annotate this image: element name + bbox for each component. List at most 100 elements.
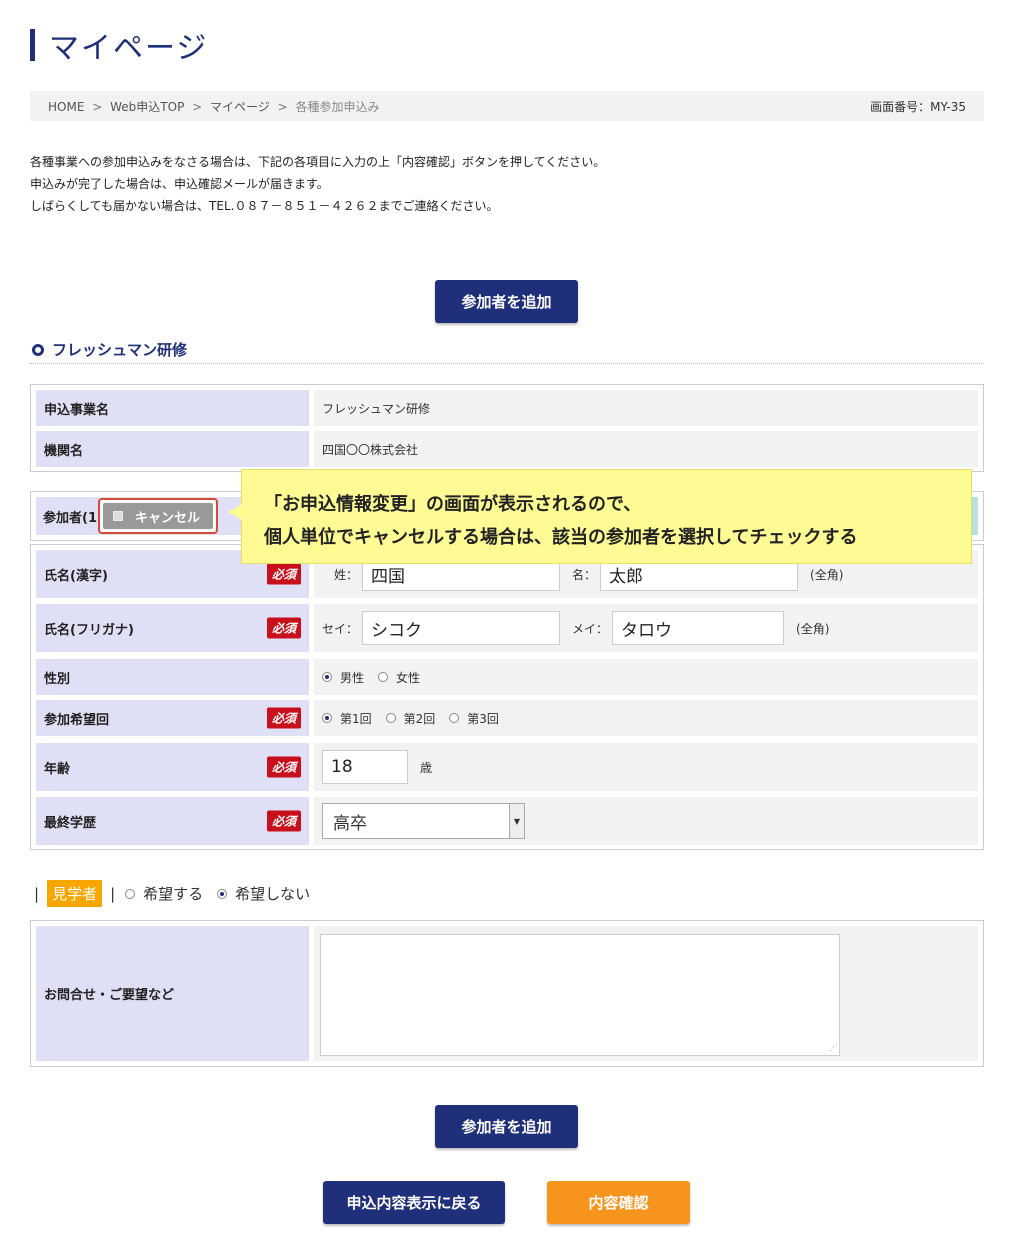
- gender-row: 性別 男性 女性: [36, 659, 978, 695]
- event-name-row: 申込事業名 フレッシュマン研修: [36, 390, 978, 426]
- name-kana-value: セイ： シコク メイ： タロウ (全角): [314, 604, 978, 652]
- required-badge: 必須: [266, 810, 301, 832]
- session-value: 第1回 第2回 第3回: [314, 700, 978, 736]
- gender-option-male[interactable]: 男性: [322, 669, 364, 686]
- breadcrumb: HOME > Web申込TOP > マイページ > 各種参加申込み 画面番号：M…: [30, 91, 984, 121]
- screen-number: 画面番号：MY-35: [870, 99, 966, 114]
- section-heading: フレッシュマン研修: [30, 336, 984, 364]
- visitor-option-no[interactable]: 希望しない: [217, 883, 310, 904]
- radio-selected-icon[interactable]: [322, 713, 332, 723]
- event-name-label: 申込事業名: [36, 390, 309, 426]
- education-value: 高卒 ▼: [314, 797, 978, 845]
- back-to-application-button[interactable]: 申込内容表示に戻る: [323, 1181, 505, 1224]
- inquiry-textarea[interactable]: [320, 934, 840, 1056]
- required-badge: 必須: [266, 563, 301, 585]
- visitor-row: | 見学者 | 希望する 希望しない: [30, 880, 324, 907]
- name-kana-row: 氏名(フリガナ) 必須 セイ： シコク メイ： タロウ (全角): [36, 604, 978, 652]
- gender-label: 性別: [36, 659, 309, 695]
- session-option-3[interactable]: 第3回: [449, 710, 499, 727]
- fullwidth-note: (全角): [796, 621, 830, 636]
- session-2-label: 第2回: [403, 711, 436, 726]
- breadcrumb-current: 各種参加申込み: [295, 99, 380, 114]
- gender-female-label: 女性: [396, 670, 421, 685]
- session-row: 参加希望回 必須 第1回 第2回 第3回: [36, 700, 978, 736]
- mei-kana-input[interactable]: タロウ: [612, 611, 785, 645]
- intro-line: しばらくしても届かない場合は、TEL.０８７－８５１－４２６２までご連絡ください…: [30, 199, 499, 213]
- intro-line: 申込みが完了した場合は、申込確認メールが届きます。: [30, 177, 329, 191]
- breadcrumb-web-top[interactable]: Web申込TOP: [110, 100, 184, 114]
- education-select[interactable]: 高卒 ▼: [322, 803, 525, 839]
- intro-line: 各種事業への参加申込みをなさる場合は、下記の各項目に入力の上「内容確認」ボタンを…: [30, 155, 606, 169]
- session-1-label: 第1回: [340, 711, 372, 726]
- instruction-callout: 「お申込情報変更」の画面が表示されるので、 個人単位でキャンセルする場合は、該当…: [228, 469, 972, 564]
- radio-icon[interactable]: [449, 713, 460, 723]
- add-participant-button-top[interactable]: 参加者を追加: [435, 280, 578, 323]
- confirm-button[interactable]: 内容確認: [547, 1181, 690, 1224]
- page-title: マイページ: [30, 28, 208, 66]
- breadcrumb-separator: >: [192, 99, 203, 114]
- title-accent-bar: [30, 29, 35, 61]
- education-row: 最終学歴 必須 高卒 ▼: [36, 797, 978, 845]
- age-label: 年齢 必須: [36, 743, 309, 791]
- name-kana-label: 氏名(フリガナ) 必須: [36, 604, 309, 652]
- required-badge: 必須: [266, 617, 301, 639]
- education-selected: 高卒: [333, 813, 367, 834]
- education-label-text: 最終学歴: [44, 815, 97, 831]
- sei-kana-label: セイ：: [322, 621, 359, 636]
- gender-male-label: 男性: [340, 670, 365, 685]
- mei-kana-label: メイ：: [572, 621, 609, 636]
- organization-row: 機関名 四国〇〇株式会社: [36, 431, 978, 467]
- session-option-1[interactable]: 第1回: [322, 710, 372, 727]
- add-participant-button-bottom[interactable]: 参加者を追加: [435, 1105, 578, 1148]
- page-title-text: マイページ: [49, 31, 209, 66]
- required-badge: 必須: [266, 756, 301, 778]
- organization-value: 四国〇〇株式会社: [314, 431, 978, 467]
- session-label-text: 参加希望回: [44, 712, 110, 728]
- name-kana-label-text: 氏名(フリガナ): [44, 622, 134, 638]
- radio-icon[interactable]: [378, 672, 389, 682]
- cancel-checkbox-highlight[interactable]: キャンセル: [98, 498, 218, 534]
- cancel-checkbox[interactable]: キャンセル: [103, 503, 213, 529]
- session-3-label: 第3回: [467, 711, 499, 726]
- mei-label: 名：: [572, 567, 597, 582]
- age-unit: 歳: [420, 760, 433, 775]
- inquiry-label: お問合せ・ご要望など: [36, 926, 309, 1061]
- checkbox-icon[interactable]: [113, 511, 123, 521]
- age-input[interactable]: 18: [322, 750, 408, 784]
- organization-label: 機関名: [36, 431, 309, 467]
- session-option-2[interactable]: 第2回: [385, 710, 436, 727]
- circle-icon: [32, 343, 44, 356]
- breadcrumb-separator: >: [92, 99, 103, 114]
- age-value: 18 歳: [314, 743, 978, 791]
- breadcrumb-separator: >: [277, 99, 288, 114]
- radio-icon[interactable]: [385, 713, 396, 723]
- name-kanji-label-text: 氏名(漢字): [44, 568, 108, 584]
- pipe-divider: |: [110, 884, 116, 903]
- sei-label: 姓：: [334, 567, 359, 582]
- callout-line-2: 個人単位でキャンセルする場合は、該当の参加者を選択してチェックする: [264, 527, 858, 548]
- sei-kana-input[interactable]: シコク: [362, 611, 561, 645]
- gender-value: 男性 女性: [314, 659, 978, 695]
- section-title: フレッシュマン研修: [52, 341, 188, 359]
- visitor-option-yes[interactable]: 希望する: [125, 883, 203, 904]
- event-name-value: フレッシュマン研修: [314, 390, 978, 426]
- breadcrumb-mypage[interactable]: マイページ: [210, 100, 270, 114]
- breadcrumb-home[interactable]: HOME: [48, 100, 84, 114]
- session-label: 参加希望回 必須: [36, 700, 309, 736]
- resize-grip-icon[interactable]: ⋰: [829, 1043, 838, 1053]
- required-badge: 必須: [266, 707, 301, 729]
- visitor-yes-label: 希望する: [143, 885, 204, 903]
- age-row: 年齢 必須 18 歳: [36, 743, 978, 791]
- radio-icon[interactable]: [125, 888, 136, 899]
- visitor-no-label: 希望しない: [235, 885, 311, 903]
- age-label-text: 年齢: [44, 761, 71, 777]
- gender-option-female[interactable]: 女性: [378, 669, 420, 686]
- cancel-label: キャンセル: [135, 510, 201, 526]
- participant-details-box: 氏名(漢字) 必須 姓： 四国 名： 太郎 (全角) 氏名(フリガナ) 必須 セ…: [30, 544, 984, 850]
- radio-selected-icon[interactable]: [322, 672, 332, 682]
- fullwidth-note: (全角): [810, 567, 844, 582]
- radio-selected-icon[interactable]: [217, 888, 228, 899]
- dropdown-arrow-icon[interactable]: ▼: [509, 804, 524, 838]
- visitor-tag: 見学者: [47, 880, 103, 907]
- education-label: 最終学歴 必須: [36, 797, 309, 845]
